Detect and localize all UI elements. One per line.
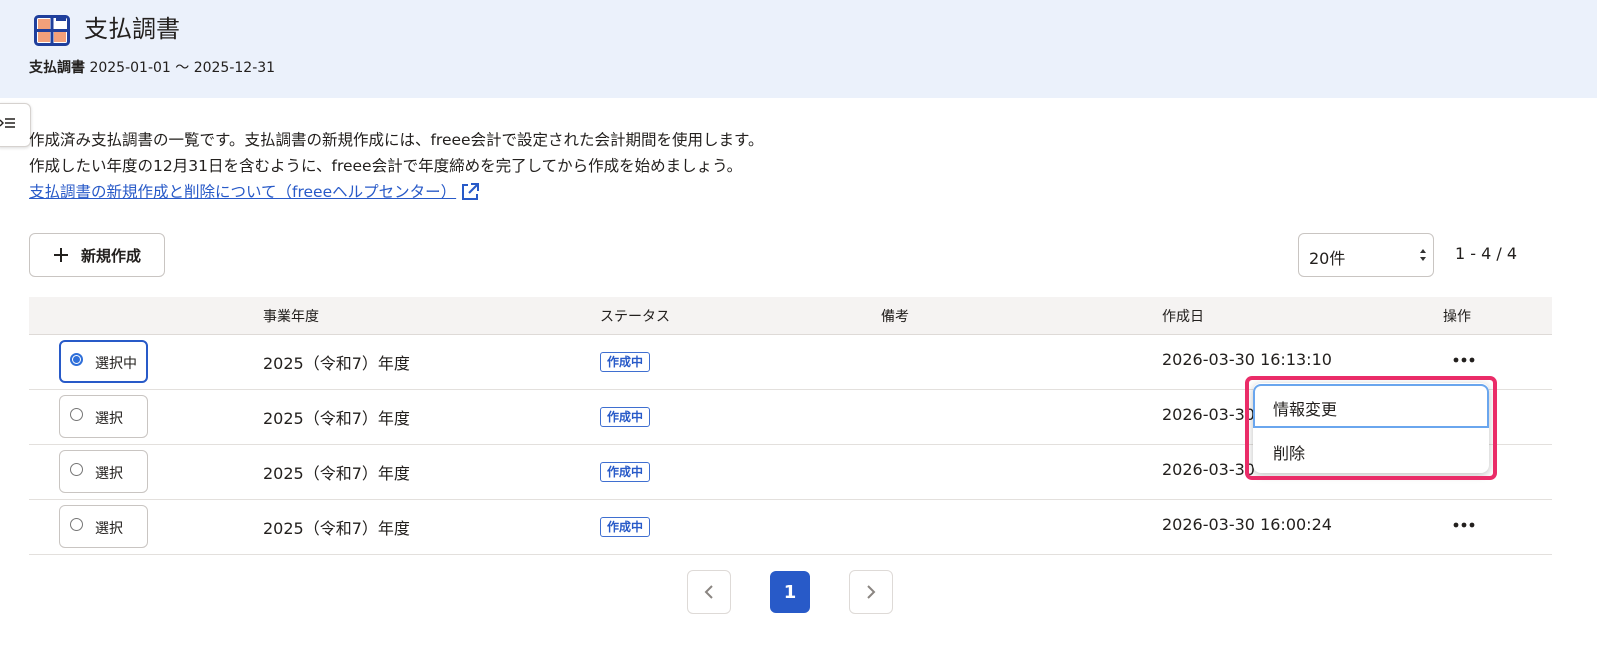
select-arrows-icon: [1420, 249, 1426, 261]
menu-item-delete[interactable]: 削除: [1253, 428, 1489, 472]
select-radio-button[interactable]: 選択: [59, 395, 148, 438]
menu-item-edit-info[interactable]: 情報変更: [1253, 384, 1489, 428]
radio-icon: [70, 353, 83, 366]
new-create-button[interactable]: 新規作成: [29, 233, 165, 277]
menu-item-label: 情報変更: [1273, 400, 1338, 419]
page-header: 支払調書 支払調書 2025-01-01 〜 2025-12-31: [0, 0, 1597, 98]
select-radio-button[interactable]: 選択: [59, 505, 148, 548]
created-date: 2026-03-30: [1162, 460, 1255, 479]
payment-record-icon: [34, 15, 70, 46]
created-date: 2026-03-30 16:13:10: [1162, 350, 1332, 369]
status-badge: 作成中: [600, 407, 651, 427]
select-radio-button[interactable]: 選択: [59, 450, 148, 493]
plus-icon: [53, 248, 68, 262]
more-horizontal-icon[interactable]: [1453, 522, 1475, 528]
menu-item-label: 削除: [1273, 444, 1306, 463]
fiscal-year: 2025（令和7）年度: [263, 519, 410, 538]
select-radio-button[interactable]: 選択中: [59, 340, 148, 383]
action-menu: 情報変更 削除: [1253, 383, 1489, 473]
period-range: 2025-01-01 〜 2025-12-31: [89, 60, 276, 76]
select-label: 選択: [95, 466, 123, 482]
period-subtitle: 支払調書 2025-01-01 〜 2025-12-31: [29, 58, 275, 78]
subtitle-label: 支払調書: [29, 60, 85, 76]
fiscal-year: 2025（令和7）年度: [263, 464, 410, 483]
new-create-label: 新規作成: [80, 246, 141, 265]
created-date: 2026-03-30 16:00:24: [1162, 515, 1332, 534]
per-page-value: 20件: [1309, 249, 1346, 268]
description-line-1: 作成済み支払調書の一覧です。支払調書の新規作成には、freee会計で設定された会…: [29, 131, 764, 149]
column-header-note: 備考: [881, 309, 909, 325]
sidebar-expand-icon: [0, 118, 15, 128]
radio-icon: [70, 463, 83, 476]
table-header: 事業年度 ステータス 備考 作成日 操作: [29, 297, 1552, 335]
column-header-fiscal-year: 事業年度: [263, 309, 319, 325]
next-page-button[interactable]: [849, 570, 893, 614]
created-date: 2026-03-30: [1162, 405, 1255, 424]
help-link-text: 支払調書の新規作成と削除について（freeeヘルプセンター）: [29, 183, 457, 201]
result-range: 1 - 4 / 4: [1455, 244, 1518, 263]
help-center-link[interactable]: 支払調書の新規作成と削除について（freeeヘルプセンター）: [29, 179, 480, 205]
status-badge: 作成中: [600, 517, 651, 537]
description: 作成済み支払調書の一覧です。支払調書の新規作成には、freee会計で設定された会…: [29, 127, 764, 205]
select-label: 選択: [95, 521, 123, 537]
select-label: 選択中: [95, 356, 137, 372]
page-number-current[interactable]: 1: [770, 571, 810, 613]
radio-icon: [70, 408, 83, 421]
chevron-right-icon: [867, 585, 876, 599]
per-page-select[interactable]: 20件: [1298, 233, 1434, 277]
radio-icon: [70, 518, 83, 531]
external-link-icon: [462, 183, 480, 200]
sidebar-toggle-button[interactable]: [0, 103, 31, 147]
chevron-left-icon: [704, 585, 713, 599]
column-header-actions: 操作: [1443, 309, 1471, 325]
status-badge: 作成中: [600, 352, 651, 372]
description-line-2: 作成したい年度の12月31日を含むように、freee会計で年度締めを完了してから…: [29, 157, 743, 175]
table-row: 選択中 2025（令和7）年度 作成中 2026-03-30 16:13:10: [29, 335, 1552, 390]
select-label: 選択: [95, 411, 123, 427]
table-row: 選択 2025（令和7）年度 作成中 2026-03-30 16:00:24: [29, 500, 1552, 555]
fiscal-year: 2025（令和7）年度: [263, 354, 410, 373]
prev-page-button[interactable]: [687, 570, 731, 614]
fiscal-year: 2025（令和7）年度: [263, 409, 410, 428]
more-horizontal-icon[interactable]: [1453, 357, 1475, 363]
status-badge: 作成中: [600, 462, 651, 482]
column-header-status: ステータス: [600, 309, 670, 325]
page-title: 支払調書: [84, 15, 180, 43]
column-header-created: 作成日: [1162, 309, 1204, 325]
